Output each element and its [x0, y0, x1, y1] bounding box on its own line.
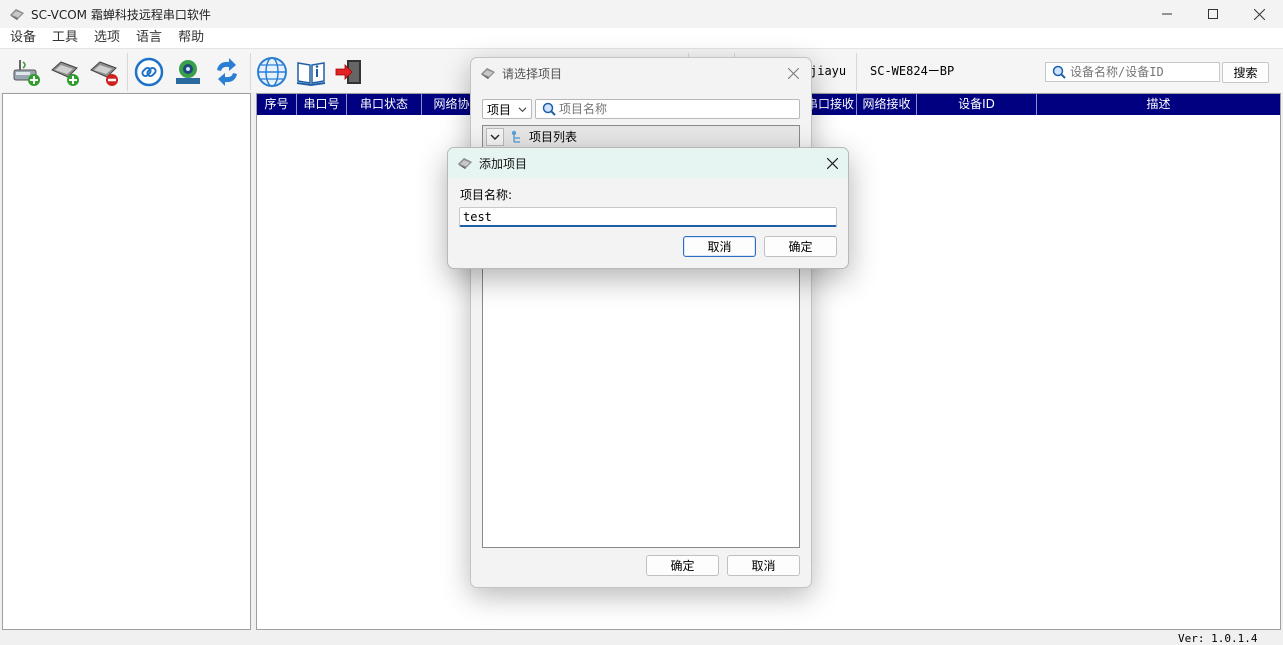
app-logo-icon [458, 158, 472, 169]
refresh-button[interactable] [210, 55, 244, 89]
link-button[interactable] [132, 55, 166, 89]
chevron-down-icon [518, 107, 527, 113]
status-bar [0, 630, 1283, 645]
maximize-icon [1208, 9, 1218, 19]
toolbar-separator [856, 53, 857, 91]
add-project-dialog-titlebar: 添加项目 [448, 148, 848, 178]
folder-tree-icon [511, 130, 520, 143]
device-search-box [1045, 62, 1220, 82]
maximize-button[interactable] [1190, 0, 1236, 28]
add-device-button[interactable] [9, 55, 43, 89]
menu-language[interactable]: 语言 [128, 28, 170, 48]
add-gateway-icon [51, 61, 79, 86]
exit-button[interactable] [332, 55, 366, 89]
device-search-input[interactable] [1070, 65, 1218, 79]
model-label: SC-WE824ーBP [870, 64, 955, 78]
add-device-icon [13, 60, 40, 86]
minimize-icon [1162, 13, 1172, 15]
user-label: jiayu [810, 64, 847, 78]
add-project-ok-button[interactable]: 确定 [764, 236, 837, 257]
project-type-combo-value: 项目 [487, 102, 512, 117]
add-project-dialog-title: 添加项目 [479, 156, 528, 171]
device-tree-panel[interactable] [2, 93, 251, 630]
search-icon [1052, 65, 1066, 79]
menu-device[interactable]: 设备 [2, 28, 44, 48]
column-port[interactable]: 串口号 [297, 94, 347, 115]
remove-device-button[interactable] [87, 55, 121, 89]
globe-button[interactable] [255, 55, 289, 89]
project-search-box [535, 99, 800, 119]
select-project-dialog-title: 请选择项目 [502, 66, 563, 81]
app-logo-icon [10, 9, 24, 20]
add-gateway-button[interactable] [48, 55, 82, 89]
tree-item-label: 项目列表 [529, 130, 578, 144]
column-device-id[interactable]: 设备ID [917, 94, 1037, 115]
project-name-field-wrapper [459, 207, 837, 227]
select-project-dialog-titlebar: 请选择项目 [471, 58, 811, 88]
globe-icon [257, 57, 287, 87]
manual-book-icon [296, 62, 326, 87]
toolbar-separator [127, 53, 128, 91]
close-icon [1253, 8, 1265, 20]
tree-item-project-list[interactable]: 项目列表 [483, 126, 799, 147]
app-logo-icon [481, 68, 495, 79]
add-project-close-button[interactable] [822, 153, 842, 173]
column-description[interactable]: 描述 [1037, 94, 1280, 115]
select-project-dialog: 请选择项目 项目 项目列表 确定 取消 [470, 57, 812, 588]
close-icon [787, 67, 799, 79]
project-search-input[interactable] [559, 102, 789, 116]
close-icon [826, 157, 838, 169]
menu-options[interactable]: 选项 [86, 28, 128, 48]
refresh-icon [217, 58, 237, 86]
project-name-input[interactable] [463, 208, 833, 225]
manual-button[interactable] [294, 55, 328, 89]
column-net-recv[interactable]: 网络接收 [857, 94, 917, 115]
column-port-status[interactable]: 串口状态 [347, 94, 422, 115]
title-bar: SC-VCOM 霜蝉科技远程串口软件 [0, 0, 1283, 28]
camera-button[interactable] [171, 55, 205, 89]
menu-bar: 设备 工具 选项 语言 帮助 [0, 28, 1283, 48]
remove-device-icon [90, 61, 118, 86]
select-project-ok-button[interactable]: 确定 [646, 555, 719, 576]
version-label: Ver: 1.0.1.4 [1178, 632, 1258, 645]
menu-tools[interactable]: 工具 [44, 28, 86, 48]
window-title: SC-VCOM 霜蝉科技远程串口软件 [31, 7, 211, 22]
search-button[interactable]: 搜索 [1222, 62, 1269, 83]
select-project-close-button[interactable] [783, 63, 803, 83]
toolbar-separator [250, 53, 251, 91]
link-icon [134, 57, 164, 87]
project-name-label: 项目名称: [460, 188, 513, 202]
menu-help[interactable]: 帮助 [170, 28, 212, 48]
chevron-down-icon[interactable] [486, 127, 504, 146]
project-type-combo[interactable]: 项目 [482, 99, 532, 119]
search-icon [542, 102, 556, 116]
add-project-cancel-button[interactable]: 取消 [683, 236, 756, 257]
camera-icon [176, 60, 200, 84]
column-index[interactable]: 序号 [257, 94, 297, 115]
close-window-button[interactable] [1236, 0, 1282, 28]
exit-icon [335, 60, 361, 84]
minimize-button[interactable] [1144, 0, 1190, 28]
select-project-cancel-button[interactable]: 取消 [727, 555, 800, 576]
add-project-dialog: 添加项目 项目名称: 取消 确定 [447, 147, 849, 269]
